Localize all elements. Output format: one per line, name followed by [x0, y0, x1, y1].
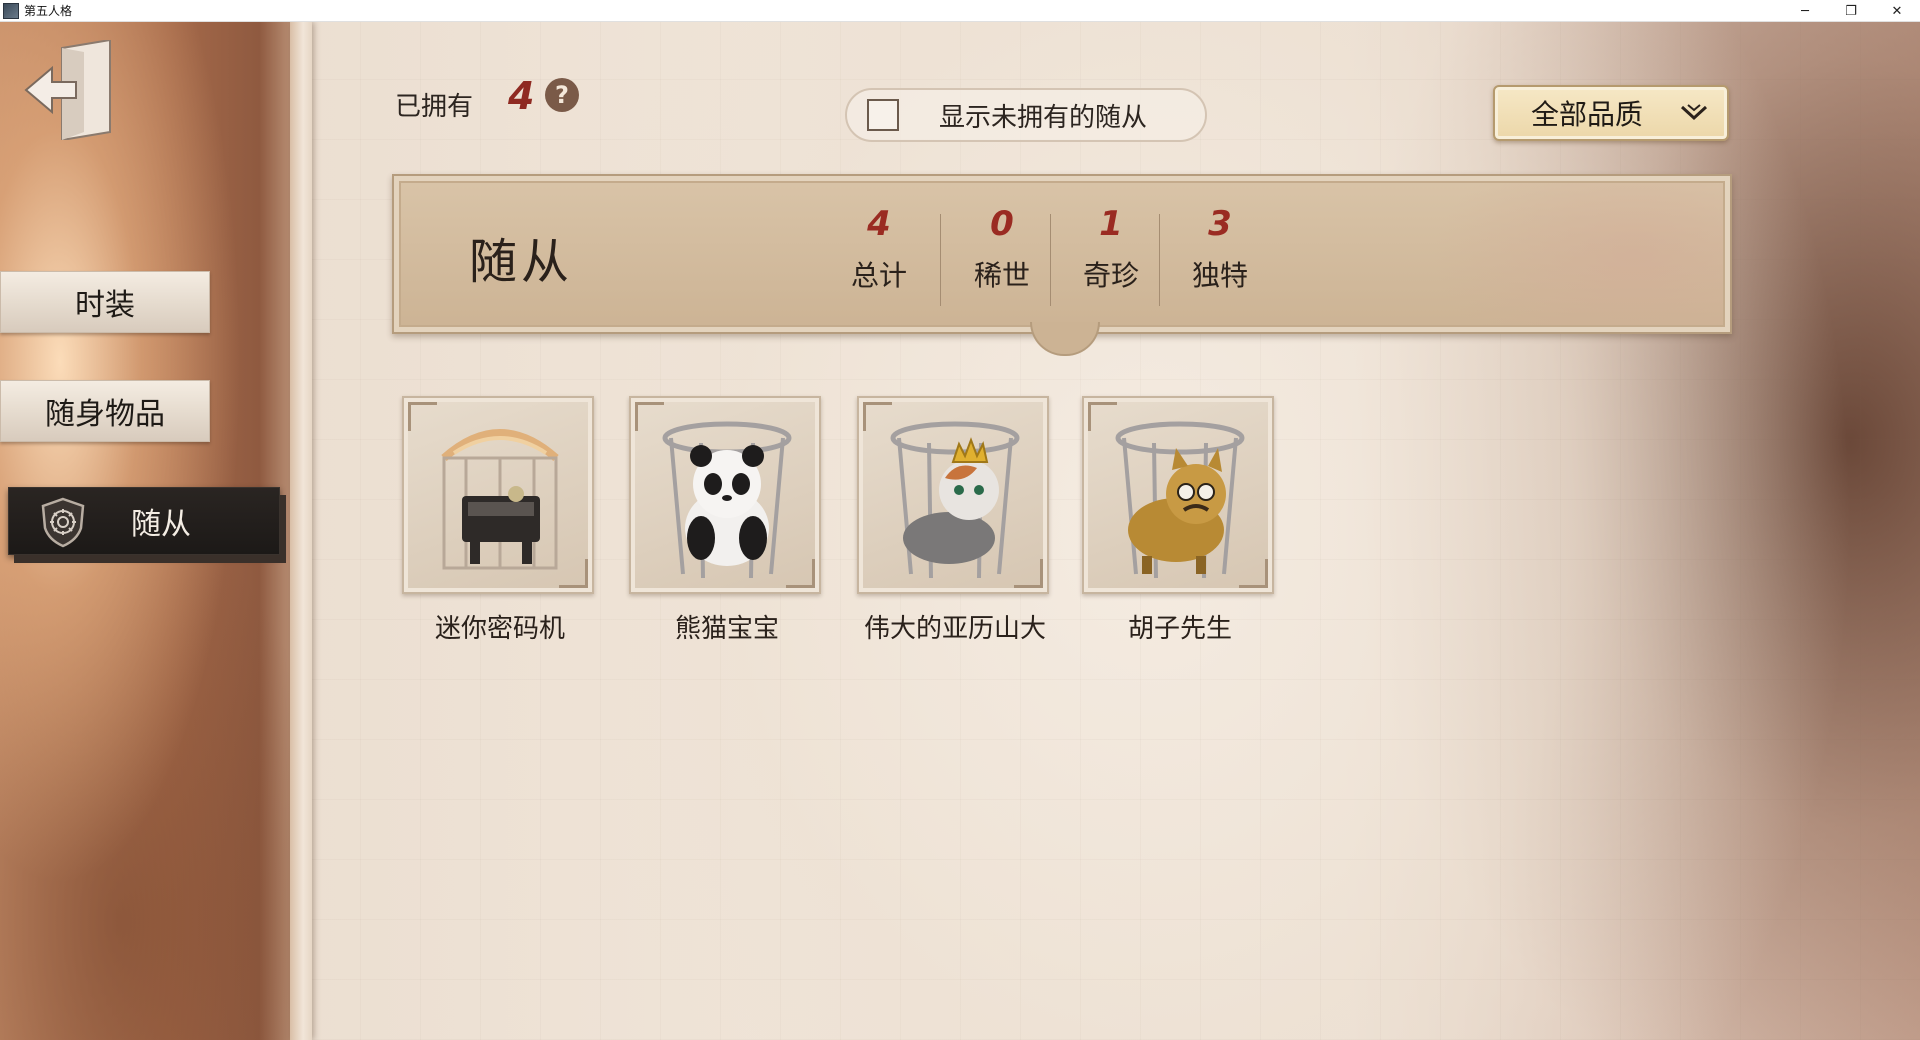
stat-label: 稀世: [973, 259, 1030, 292]
window-titlebar: 第五人格 ─ ❐ ✕: [0, 0, 1920, 22]
sidebar-item-fashion[interactable]: 时装: [0, 271, 210, 333]
stat-rare: 0 稀世: [947, 204, 1057, 304]
stat-label: 奇珍: [1082, 259, 1139, 292]
window-title: 第五人格: [24, 4, 73, 18]
pet-portrait: [857, 396, 1049, 594]
stat-value: 1: [1099, 204, 1123, 244]
help-icon[interactable]: ?: [545, 78, 579, 112]
show-unowned-toggle[interactable]: 显示未拥有的随从: [845, 88, 1207, 142]
banner-notch: [1030, 322, 1100, 356]
stat-divider: [1050, 214, 1051, 306]
crowned-cat-icon: [890, 421, 1020, 579]
mini-cipher-machine-icon: [441, 429, 559, 570]
game-screen: 时装 随身物品 随从 已拥有 4 ? 显示未拥有的随从 全部品质 随从 4 总计: [0, 22, 1920, 1040]
mustache-cat-icon: [1115, 421, 1245, 579]
sidebar-item-pets[interactable]: 随从: [8, 487, 280, 555]
stat-label: 独特: [1191, 259, 1248, 292]
sidebar-item-label: 随身物品: [45, 397, 165, 432]
stat-value: 0: [990, 204, 1014, 244]
exit-door-icon: [24, 38, 111, 142]
stat-unique: 3 独特: [1165, 204, 1275, 304]
sidebar-item-accessories[interactable]: 随身物品: [0, 380, 210, 442]
quality-filter-value: 全部品质: [1531, 98, 1644, 131]
pet-stats-banner: 随从 4 总计 0 稀世 1 奇珍 3 独特: [392, 174, 1732, 334]
pet-name: 迷你密码机: [434, 614, 565, 644]
show-unowned-label: 显示未拥有的随从: [939, 102, 1148, 133]
pet-card[interactable]: 迷你密码机: [402, 396, 598, 645]
stat-total: 4 总计: [824, 204, 934, 304]
show-unowned-checkbox[interactable]: [867, 99, 899, 131]
stat-exotic: 1 奇珍: [1056, 204, 1166, 304]
owned-label: 已拥有: [395, 92, 474, 122]
pet-portrait: [629, 396, 821, 594]
sidebar-page-edge: [290, 22, 312, 1040]
restore-button[interactable]: ❐: [1828, 0, 1874, 22]
stat-divider: [940, 214, 941, 306]
owned-count: 4: [508, 74, 535, 118]
close-button[interactable]: ✕: [1874, 0, 1920, 22]
stat-label: 总计: [850, 259, 907, 292]
stat-value: 3: [1208, 204, 1232, 244]
pet-portrait: [402, 396, 594, 594]
panda-icon: [662, 421, 792, 579]
pet-name: 伟大的亚历山大: [863, 614, 1046, 644]
stat-divider: [1159, 214, 1160, 306]
sidebar-item-label: 随从: [131, 507, 191, 542]
quality-filter-dropdown[interactable]: 全部品质: [1493, 85, 1729, 141]
pet-name: 熊猫宝宝: [674, 614, 779, 644]
chevron-down-icon: [1680, 104, 1708, 121]
sidebar-item-label: 时装: [75, 288, 135, 323]
pet-portrait: [1082, 396, 1274, 594]
banner-title: 随从: [469, 234, 574, 290]
pet-name: 胡子先生: [1127, 614, 1232, 644]
window-controls: ─ ❐ ✕: [1782, 0, 1920, 22]
pet-card[interactable]: 胡子先生: [1082, 396, 1278, 645]
pet-card[interactable]: 伟大的亚历山大: [857, 396, 1053, 645]
shield-icon: [41, 497, 85, 548]
help-glyph: ?: [555, 81, 569, 109]
minimize-button[interactable]: ─: [1782, 0, 1828, 22]
pet-card[interactable]: 熊猫宝宝: [629, 396, 825, 645]
exit-button[interactable]: [22, 38, 116, 142]
stat-value: 4: [867, 204, 891, 244]
app-icon: [3, 2, 19, 19]
